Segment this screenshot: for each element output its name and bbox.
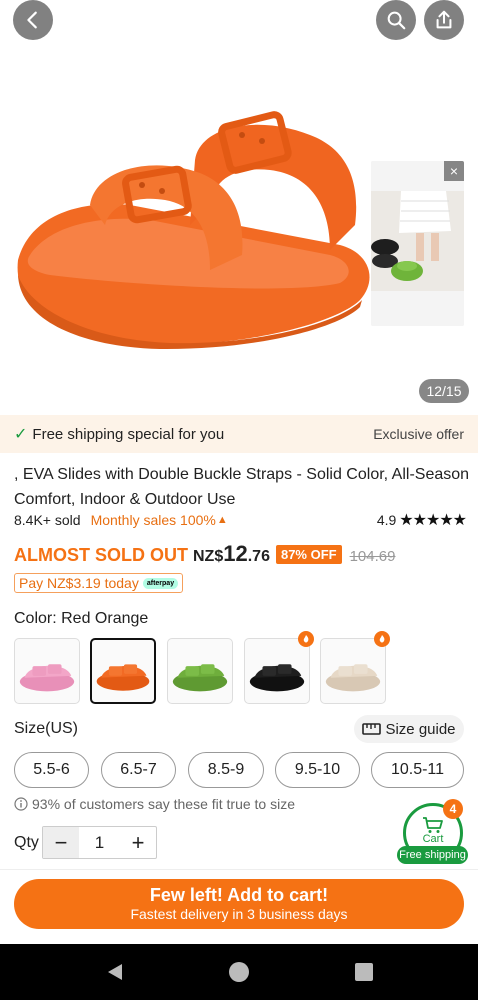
exclusive-offer-label: Exclusive offer bbox=[373, 426, 464, 442]
qty-label: Qty bbox=[14, 834, 39, 851]
share-button[interactable] bbox=[424, 0, 464, 40]
video-preview-thumbnail[interactable]: × bbox=[371, 161, 464, 326]
swatch-red-orange-image bbox=[96, 664, 150, 691]
product-title: , EVA Slides with Double Buckle Straps -… bbox=[14, 466, 470, 508]
delivery-note: Fastest delivery in 3 business days bbox=[130, 906, 348, 922]
decrease-qty-button[interactable]: − bbox=[43, 827, 79, 858]
swatch-beige-image bbox=[325, 664, 381, 692]
almost-sold-out-label: ALMOST SOLD OUT bbox=[14, 545, 188, 565]
qty-value[interactable]: 1 bbox=[79, 833, 120, 853]
free-shipping-tag: Free shipping bbox=[397, 846, 468, 864]
trend-up-icon: ▲ bbox=[216, 514, 228, 526]
size-label: Size(US) bbox=[14, 720, 79, 737]
divider bbox=[0, 869, 478, 870]
swatch-beige[interactable] bbox=[320, 638, 386, 704]
close-icon: × bbox=[449, 163, 459, 179]
free-shipping-banner[interactable]: ✓ Free shipping special for you Exclusiv… bbox=[0, 415, 478, 453]
share-icon bbox=[436, 10, 452, 29]
rating[interactable]: 4.9 ★★★★★ bbox=[376, 510, 467, 530]
increase-qty-button[interactable]: + bbox=[120, 827, 156, 858]
pay-today-text: Pay NZ$3.19 today bbox=[19, 575, 139, 591]
nav-home-icon[interactable] bbox=[228, 961, 250, 983]
price-decimal: .76 bbox=[247, 548, 270, 565]
price-integer: 12 bbox=[223, 541, 248, 566]
fit-note: 93% of customers say these fit true to s… bbox=[14, 796, 295, 812]
price-row: ALMOST SOLD OUT NZ$ 12 .76 87% OFF 104.6… bbox=[14, 541, 395, 569]
system-navigation-bar bbox=[0, 944, 478, 1000]
swatch-black[interactable] bbox=[244, 638, 310, 704]
product-stats: 8.4K+ sold Monthly sales 100% ▲ 4.9 ★★★★… bbox=[14, 510, 467, 530]
swatch-pink-image bbox=[19, 664, 75, 692]
discount-badge: 87% OFF bbox=[275, 545, 342, 564]
search-icon bbox=[387, 11, 406, 30]
image-counter: 12/15 bbox=[419, 379, 469, 403]
plus-icon: + bbox=[131, 829, 145, 855]
product-image bbox=[17, 111, 370, 350]
afterpay-option[interactable]: Pay NZ$3.19 today afterpay bbox=[14, 573, 184, 593]
hot-flame-icon bbox=[298, 631, 314, 647]
add-to-cart-button[interactable]: Few left! Add to cart! Fastest delivery … bbox=[14, 879, 464, 929]
color-label: Color: Red Orange bbox=[14, 610, 149, 627]
fit-note-text: 93% of customers say these fit true to s… bbox=[32, 796, 296, 812]
swatch-red-orange[interactable] bbox=[90, 638, 156, 704]
cart-count-badge: 4 bbox=[443, 799, 463, 819]
chevron-left-icon bbox=[27, 11, 37, 29]
shopping-cart-icon bbox=[423, 816, 443, 833]
swatch-green-image bbox=[172, 664, 228, 692]
preview-image bbox=[371, 161, 464, 326]
star-icons: ★★★★★ bbox=[399, 512, 467, 529]
afterpay-logo: afterpay bbox=[142, 577, 179, 589]
size-option[interactable]: 5.5-6 bbox=[14, 752, 89, 788]
nav-recents-icon[interactable] bbox=[353, 961, 375, 983]
rating-value: 4.9 bbox=[376, 512, 397, 528]
swatch-green[interactable] bbox=[167, 638, 233, 704]
info-icon bbox=[14, 797, 28, 811]
hot-flame-icon bbox=[374, 631, 390, 647]
size-option[interactable]: 8.5-9 bbox=[188, 752, 264, 788]
sold-count: 8.4K+ sold bbox=[14, 512, 81, 528]
add-to-cart-label: Few left! Add to cart! bbox=[149, 885, 329, 905]
size-guide-label: Size guide bbox=[385, 720, 456, 738]
search-button[interactable] bbox=[376, 0, 416, 40]
swatch-black-image bbox=[249, 664, 305, 692]
size-guide-button[interactable]: Size guide bbox=[354, 715, 464, 743]
monthly-sales: Monthly sales 100% bbox=[90, 512, 216, 528]
size-option[interactable]: 10.5-11 bbox=[371, 752, 464, 788]
cart-label: Cart bbox=[422, 832, 444, 845]
nav-back-icon[interactable] bbox=[104, 961, 126, 983]
back-button[interactable] bbox=[13, 0, 53, 40]
color-swatches bbox=[14, 631, 474, 704]
quantity-stepper: − 1 + bbox=[42, 826, 157, 859]
size-option[interactable]: 9.5-10 bbox=[275, 752, 360, 788]
close-preview-button[interactable]: × bbox=[444, 161, 464, 181]
original-price: 104.69 bbox=[349, 548, 396, 565]
size-options: 5.5-6 6.5-7 8.5-9 9.5-10 10.5-11 bbox=[14, 752, 466, 788]
minus-icon: − bbox=[54, 829, 68, 855]
ruler-icon bbox=[362, 723, 382, 735]
product-gallery[interactable]: × 12/15 bbox=[0, 0, 478, 412]
check-icon: ✓ bbox=[14, 426, 28, 443]
swatch-pink[interactable] bbox=[14, 638, 80, 704]
free-shipping-text: Free shipping special for you bbox=[32, 425, 225, 443]
price-currency: NZ$ bbox=[193, 548, 224, 565]
size-option[interactable]: 6.5-7 bbox=[101, 752, 176, 788]
